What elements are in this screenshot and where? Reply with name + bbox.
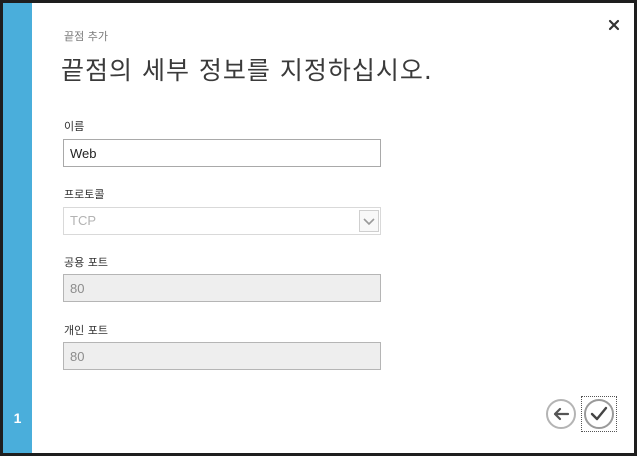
- private-port-input[interactable]: [63, 342, 381, 370]
- step-sidebar: 1: [3, 3, 32, 453]
- window-frame: 1 끝점 추가 끝점의 세부 정보를 지정하십시오. 이름 프로토콜 TCP 공…: [0, 0, 637, 456]
- public-port-input[interactable]: [63, 274, 381, 302]
- protocol-selected-value: TCP: [70, 213, 96, 228]
- dialog-subtitle: 끝점 추가: [64, 30, 108, 43]
- close-icon[interactable]: [608, 16, 620, 31]
- back-button[interactable]: [546, 399, 576, 429]
- name-input[interactable]: [63, 139, 381, 167]
- add-endpoint-dialog: 1 끝점 추가 끝점의 세부 정보를 지정하십시오. 이름 프로토콜 TCP 공…: [3, 3, 634, 453]
- checkmark-icon: [590, 406, 608, 421]
- protocol-select[interactable]: TCP: [63, 207, 381, 235]
- public-port-label: 공용 포트: [64, 256, 108, 269]
- arrow-left-icon: [553, 407, 570, 421]
- private-port-label: 개인 포트: [64, 324, 108, 337]
- name-label: 이름: [64, 120, 85, 133]
- protocol-label: 프로토콜: [64, 188, 105, 201]
- dialog-title: 끝점의 세부 정보를 지정하십시오.: [61, 56, 433, 85]
- step-number: 1: [13, 410, 22, 426]
- chevron-down-icon[interactable]: [359, 210, 379, 232]
- ok-button[interactable]: [584, 399, 614, 429]
